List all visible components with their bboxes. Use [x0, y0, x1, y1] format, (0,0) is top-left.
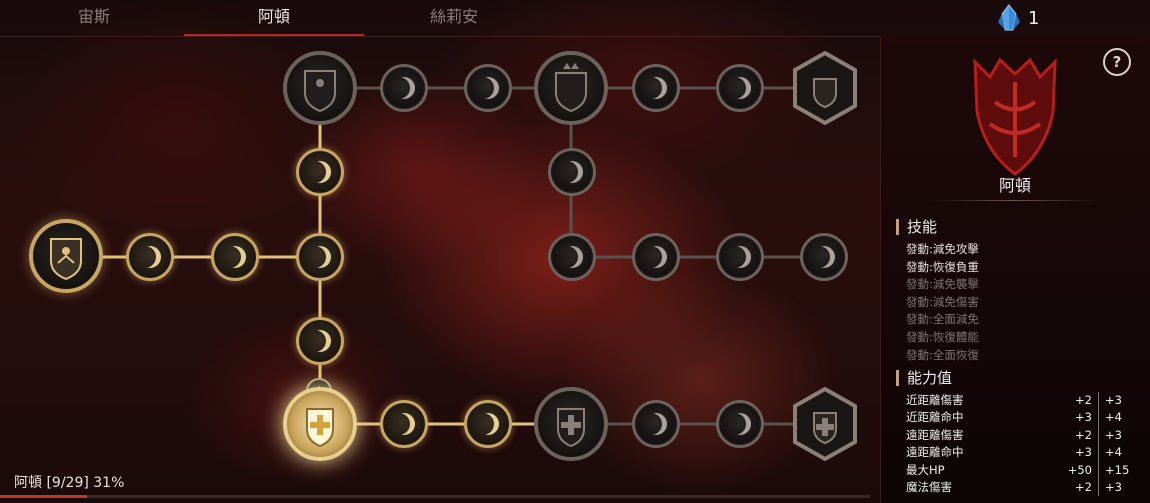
stat-name: 遠距離命中 [906, 445, 964, 460]
stat-name: 遠距離傷害 [906, 427, 964, 442]
moon-icon [561, 246, 583, 268]
tree-node-moon[interactable] [126, 233, 174, 281]
stat-name: 魔法傷害 [906, 480, 952, 495]
tree-node-moon[interactable] [464, 64, 512, 112]
tree-node-selected-cross-shield[interactable] [283, 387, 357, 461]
stat-name: 最大HP [906, 462, 945, 477]
moon-icon [645, 413, 667, 435]
stat-next: +4 [1105, 410, 1122, 425]
stat-next: +3 [1105, 427, 1122, 442]
skill-item: 發動:全面減免 [906, 312, 979, 327]
moon-icon [477, 77, 499, 99]
stat-next: +3 [1105, 393, 1122, 407]
moon-icon [645, 77, 667, 99]
stat-name: 近距離命中 [906, 410, 964, 425]
moon-icon [729, 77, 751, 99]
aten-emblem-icon [973, 57, 1057, 176]
stat-current: +2 [1042, 392, 1099, 410]
tree-node-moon[interactable] [632, 233, 680, 281]
skill-item: 發動:減免攻擊 [906, 242, 979, 256]
tree-node-crowned-shield[interactable] [534, 51, 608, 125]
stat-current: +3 [1042, 409, 1099, 427]
tree-node-moon[interactable] [548, 233, 596, 281]
tree-node-moon[interactable] [211, 233, 259, 281]
crystal-icon [998, 4, 1020, 31]
warrior-shield-icon [304, 70, 336, 113]
stat-row: 近距離傷害 +2 +3 [906, 392, 1136, 410]
progress-fill [0, 495, 87, 498]
stat-row: 魔法傷害 +2 +3 [906, 479, 1136, 497]
stat-current: +2 [1042, 479, 1099, 497]
stats-list: 近距離傷害 +2 +3 近距離命中 +3 +4 遠距離傷害 +2 +3 遠距離命中 +3 +4 … [906, 392, 1136, 497]
tree-node-root[interactable] [29, 219, 103, 293]
god-name: 阿頓 [998, 176, 1031, 195]
crowned-shield-icon [555, 63, 587, 113]
currency-value: 1 [1028, 7, 1040, 29]
currency-display: 1 [996, 4, 1039, 32]
tree-node-moon[interactable] [716, 400, 764, 448]
moon-icon [309, 330, 331, 352]
skills-title: 技能 [896, 219, 937, 235]
moon-icon [813, 246, 835, 268]
skills-list: 發動:減免攻擊 發動:恢復負重 發動:減免襲擊 發動:減免傷害 發動:全面減免 … [906, 241, 979, 364]
moon-icon [224, 246, 246, 268]
tree-node-moon[interactable] [632, 64, 680, 112]
warrior-shield-icon [50, 238, 82, 281]
skill-item: 發動:全面恢復 [906, 347, 979, 362]
tree-node-moon[interactable] [296, 148, 344, 196]
moon-icon [561, 161, 583, 183]
moon-icon [309, 246, 331, 268]
tree-node-hex-cross-emblem[interactable] [792, 387, 858, 461]
stat-next: +3 [1105, 480, 1122, 495]
stat-current: +3 [1042, 444, 1099, 462]
stats-title: 能力值 [896, 370, 952, 386]
tree-node-moon[interactable] [464, 400, 512, 448]
moon-icon [393, 413, 415, 435]
stat-name: 近距離傷害 [906, 393, 964, 407]
tree-node-moon[interactable] [632, 400, 680, 448]
skill-item: 發動:減免襲擊 [906, 277, 979, 292]
skill-item: 發動:減免傷害 [906, 294, 979, 309]
stat-row: 遠距離傷害 +2 +3 [906, 426, 1136, 445]
moon-icon [139, 246, 161, 268]
tree-node-warrior-shield[interactable] [283, 51, 357, 125]
tree-node-moon[interactable] [716, 233, 764, 281]
stat-row: 最大HP +50 +15 [906, 461, 1136, 480]
tree-node-moon[interactable] [716, 64, 764, 112]
stat-next: +4 [1105, 445, 1122, 460]
tree-node-moon[interactable] [380, 400, 428, 448]
moon-icon [729, 413, 751, 435]
stat-row: 近距離命中 +3 +4 [906, 409, 1136, 427]
stat-row: 遠距離命中 +3 +4 [906, 444, 1136, 462]
tree-node-moon[interactable] [296, 233, 344, 281]
tree-node-moon[interactable] [548, 148, 596, 196]
stat-current: +50 [1042, 461, 1099, 480]
moon-icon [309, 161, 331, 183]
panel-divider [930, 200, 1100, 201]
tree-node-moon[interactable] [296, 317, 344, 365]
tree-node-cross-shield[interactable] [534, 387, 608, 461]
tree-node-moon[interactable] [380, 64, 428, 112]
stat-current: +2 [1042, 426, 1099, 445]
progress-bar [0, 495, 870, 498]
tree-node-moon[interactable] [800, 233, 848, 281]
progress-label: 阿頓 [9/29] 31% [14, 475, 125, 491]
stat-next: +15 [1105, 462, 1130, 477]
cross-shield-icon [557, 408, 585, 448]
moon-icon [477, 413, 499, 435]
help-button[interactable]: ? [1103, 48, 1131, 76]
cross-shield-icon [306, 408, 334, 448]
moon-icon [729, 246, 751, 268]
moon-icon [393, 77, 415, 99]
skill-item: 發動:恢復負重 [906, 259, 979, 274]
tree-node-hex-emblem[interactable] [792, 51, 858, 125]
skill-item: 發動:恢復體能 [906, 329, 979, 344]
moon-icon [645, 246, 667, 268]
